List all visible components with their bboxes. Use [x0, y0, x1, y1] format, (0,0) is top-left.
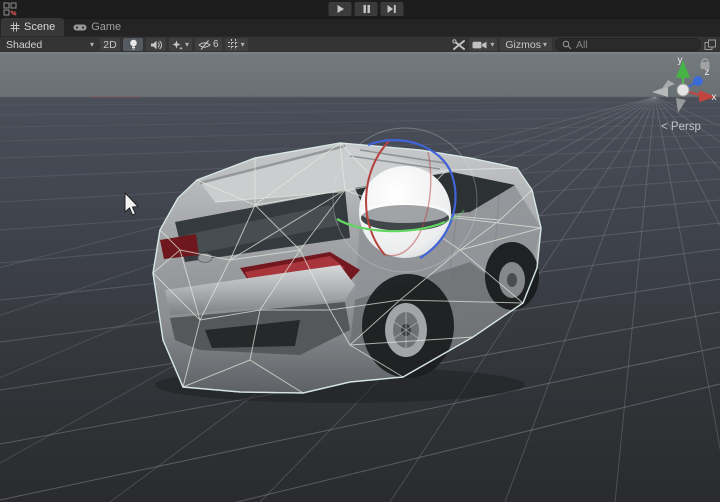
grid-snap-icon[interactable] — [3, 2, 18, 16]
search-scope-text: All — [576, 38, 588, 51]
scene-grid-icon — [10, 22, 20, 32]
panes-icon[interactable] — [704, 39, 717, 51]
tab-game-label: Game — [91, 21, 122, 33]
rear-wheel — [362, 274, 454, 378]
eye-slash-icon — [198, 39, 211, 50]
chevron-down-icon: ▾ — [240, 39, 245, 49]
main-toolbar — [0, 0, 720, 18]
projection-toggle[interactable]: < Persp — [661, 121, 701, 133]
scene-visibility-button[interactable]: 6 — [195, 38, 222, 51]
shading-mode-dropdown[interactable]: Shaded ▾ — [3, 39, 97, 51]
audio-icon — [151, 40, 162, 49]
camera-icon — [472, 41, 487, 48]
chevron-down-icon: ▾ — [490, 39, 495, 49]
gizmos-label: Gizmos — [505, 38, 541, 51]
tools-icon[interactable] — [452, 38, 466, 51]
play-controls — [328, 2, 404, 16]
search-icon — [562, 40, 572, 49]
grid-toggle-icon — [227, 39, 239, 50]
chevron-down-icon: ▾ — [89, 39, 94, 49]
effects-dropdown-button[interactable]: ▾ — [169, 38, 193, 51]
axis-x-label: x — [712, 92, 717, 103]
step-button[interactable] — [380, 2, 404, 16]
hidden-count: 6 — [213, 39, 219, 50]
chevron-down-icon: ▾ — [542, 39, 547, 49]
toggle-2d-button[interactable]: 2D — [100, 38, 120, 51]
tab-scene[interactable]: Scene — [1, 18, 65, 36]
front-wheel — [485, 242, 539, 310]
lightbulb-icon — [129, 39, 137, 50]
effects-icon — [172, 40, 183, 50]
panel-tab-bar: Scene Game — [0, 18, 720, 36]
scene-toolbar: Shaded ▾ 2D ▾ 6 ▾ ▾ Gizmos ▾ All — [0, 36, 720, 52]
unity-editor-window: Scene Game Shaded ▾ 2D ▾ 6 ▾ ▾ Gizmos ▾ … — [0, 0, 720, 502]
scene-viewport[interactable]: y z x < Persp — [0, 52, 720, 502]
scene-3d-view[interactable]: y z x < Persp — [0, 52, 720, 502]
shading-mode-label: Shaded — [6, 38, 43, 51]
grid-visibility-button[interactable]: ▾ — [224, 38, 248, 51]
tab-scene-label: Scene — [24, 21, 56, 33]
scene-camera-button[interactable]: ▾ — [469, 38, 498, 51]
play-button[interactable] — [328, 2, 352, 16]
step-forward-icon — [387, 5, 396, 13]
gamepad-icon — [73, 24, 87, 30]
scene-audio-button[interactable] — [146, 38, 166, 51]
pause-icon — [363, 5, 370, 13]
pause-button[interactable] — [354, 2, 378, 16]
toggle-2d-label: 2D — [103, 38, 117, 51]
chevron-down-icon: ▾ — [185, 39, 190, 49]
axis-y-label: y — [678, 55, 683, 66]
tab-game[interactable]: Game — [64, 18, 130, 36]
scene-lighting-button[interactable] — [123, 38, 143, 51]
gizmos-dropdown[interactable]: Gizmos ▾ — [500, 38, 552, 51]
gizmo-center-cube[interactable] — [676, 83, 690, 97]
scene-search-input[interactable]: All — [555, 38, 701, 51]
play-icon — [337, 5, 344, 13]
